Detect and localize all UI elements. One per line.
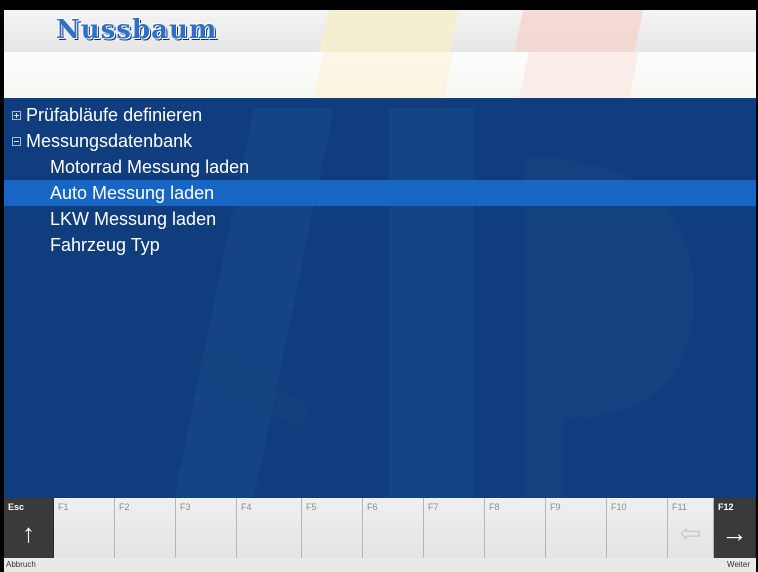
function-key-f5[interactable]: F5: [302, 498, 363, 558]
arrow-left-outline-icon: ⇦: [679, 518, 702, 548]
function-key-name: F6: [367, 502, 378, 512]
function-key-bar: Esc ↑ F1 F2 F3 F4 F5 F6 F7 F8 F9 F10 F11 ⇦ F12 → Abbruc…: [4, 498, 756, 572]
tree-item[interactable]: Fahrzeug Typ: [4, 232, 756, 258]
function-key-f12[interactable]: F12 →: [714, 498, 756, 558]
function-key-esc[interactable]: Esc ↑: [4, 498, 54, 558]
function-key-name: F4: [241, 502, 252, 512]
esc-caption: Abbruch: [6, 560, 36, 569]
function-key-name: F3: [180, 502, 191, 512]
function-key-name: F12: [718, 502, 734, 512]
function-key-name: F8: [489, 502, 500, 512]
function-key-name: Esc: [8, 502, 25, 512]
info-bar-decoration: [314, 52, 454, 98]
function-key-f7[interactable]: F7: [424, 498, 485, 558]
function-key-name: F11: [672, 502, 687, 512]
caption-strip: [4, 558, 756, 572]
function-key-f1[interactable]: F1: [54, 498, 115, 558]
function-key-name: F1: [58, 502, 69, 512]
tree-item-label: Prüfabläufe definieren: [26, 105, 203, 125]
tree-item[interactable]: Motorrad Messung laden: [4, 154, 756, 180]
info-bar-decoration: [519, 52, 639, 98]
tree-item[interactable]: Messungsdatenbank: [4, 128, 756, 154]
app-screen: Nussbaum Prüfabläufe definieren Messungsd…: [4, 10, 756, 572]
tree-item-label: LKW Messung laden: [50, 209, 217, 229]
tree-item[interactable]: Prüfabläufe definieren: [4, 102, 756, 128]
expand-plus-icon[interactable]: [12, 111, 21, 120]
function-key-f10[interactable]: F10: [607, 498, 668, 558]
tree-item-label: Auto Messung laden: [50, 183, 215, 203]
function-key-name: F7: [428, 502, 439, 512]
nussbaum-logo: Nussbaum: [56, 15, 218, 45]
function-key-f9[interactable]: F9: [546, 498, 607, 558]
header-decoration: [512, 10, 646, 52]
info-bar: [4, 52, 756, 98]
function-key-f2[interactable]: F2: [115, 498, 176, 558]
function-key-f3[interactable]: F3: [176, 498, 237, 558]
header-bar: Nussbaum: [4, 10, 756, 52]
tree-item[interactable]: LKW Messung laden: [4, 206, 756, 232]
header-decoration: [317, 10, 461, 52]
arrow-right-icon: →: [721, 518, 748, 548]
menu-panel: Prüfabläufe definieren Messungsdatenbank M…: [4, 98, 756, 498]
function-key-f6[interactable]: F6: [363, 498, 424, 558]
collapse-minus-icon[interactable]: [12, 137, 21, 146]
function-key-f4[interactable]: F4: [237, 498, 302, 558]
tree-item-label: Motorrad Messung laden: [50, 157, 250, 177]
function-key-f8[interactable]: F8: [485, 498, 546, 558]
arrow-up-icon: ↑: [22, 518, 35, 548]
function-key-name: F2: [119, 502, 130, 512]
function-key-f11[interactable]: F11 ⇦: [668, 498, 714, 558]
tree-item[interactable]: Auto Messung laden: [4, 180, 756, 206]
f12-caption: Weiter: [727, 560, 750, 569]
function-key-name: F5: [306, 502, 317, 512]
tree-item-label: Messungsdatenbank: [26, 131, 193, 151]
tree-item-label: Fahrzeug Typ: [50, 235, 160, 255]
function-key-name: F9: [550, 502, 561, 512]
menu-tree: Prüfabläufe definieren Messungsdatenbank M…: [4, 102, 756, 258]
function-key-name: F10: [611, 502, 627, 512]
